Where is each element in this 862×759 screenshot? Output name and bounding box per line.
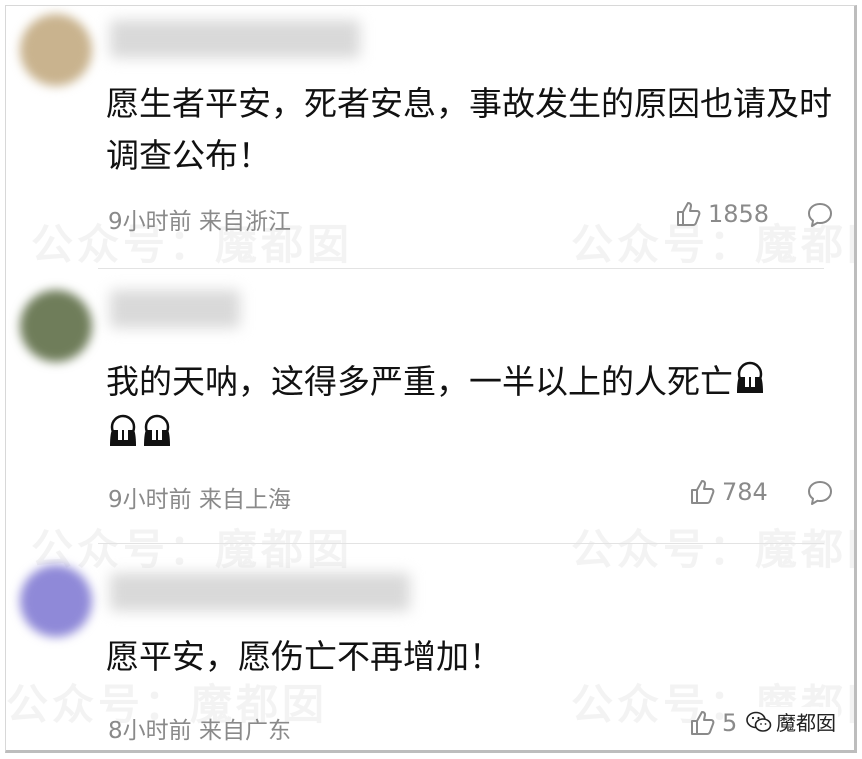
crying-face-emoji (140, 411, 174, 463)
comment-meta: 9小时前 来自浙江 (108, 209, 291, 235)
reply-button[interactable] (806, 479, 834, 507)
wechat-icon (746, 711, 772, 732)
crying-face-emoji (733, 358, 767, 410)
reply-button[interactable] (806, 201, 834, 229)
username-blurred[interactable] (110, 573, 410, 611)
crying-face-emoji (106, 411, 140, 463)
wechat-badge: 魔都囡 (744, 707, 838, 736)
comment-text: 愿平安，愿伤亡不再增加！ (106, 637, 502, 676)
reply-bubble-icon (808, 203, 832, 227)
like-count: 5 (722, 709, 738, 737)
divider (98, 543, 824, 544)
divider (98, 268, 824, 269)
reply-bubble-icon (808, 481, 832, 505)
like-button[interactable]: 784 (688, 478, 768, 506)
thumbs-up-icon (677, 202, 701, 226)
thumbs-up-icon (691, 480, 715, 504)
like-count: 784 (722, 478, 768, 506)
username-blurred[interactable] (110, 20, 360, 58)
avatar[interactable] (20, 14, 92, 86)
watermark: 公众号：魔都囡 (571, 516, 854, 577)
watermark: 公众号：魔都囡 (31, 516, 353, 577)
like-count: 1858 (708, 200, 770, 228)
comment-list: 公众号：魔都囡 公众号：魔都囡 公众号：魔都囡 公众号：魔都囡 公众号：魔都囡 … (5, 5, 857, 753)
thumbs-up-icon (691, 711, 715, 735)
comment-meta: 8小时前 来自广东 (108, 718, 291, 744)
badge-label: 魔都囡 (776, 711, 836, 735)
username-blurred[interactable] (110, 290, 240, 328)
like-button[interactable]: 5 (688, 709, 737, 737)
comment-text: 愿生者平安，死者安息，事故发生的原因也请及时调查公布！ (106, 84, 832, 175)
avatar[interactable] (20, 290, 92, 362)
like-button[interactable]: 1858 (674, 200, 769, 228)
avatar[interactable] (20, 565, 92, 637)
comment-meta: 9小时前 来自上海 (108, 487, 291, 513)
comment-text: 我的天呐，这得多严重，一半以上的人死亡 (106, 356, 846, 463)
